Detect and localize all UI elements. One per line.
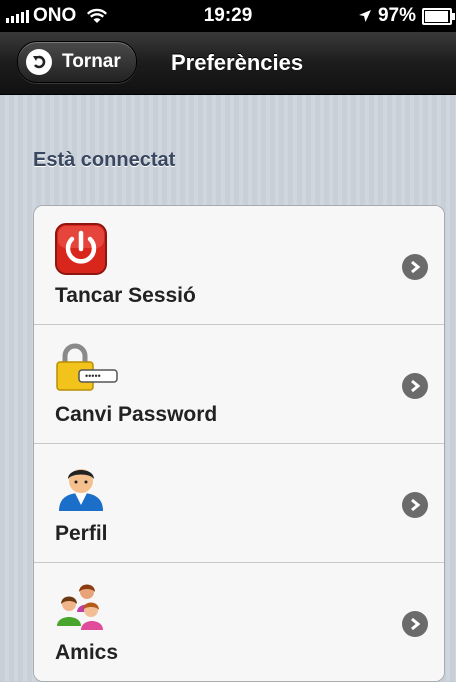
back-button-label: Tornar xyxy=(62,51,121,72)
preferences-content: Està connectat Tancar Sessió ••••• Canvi… xyxy=(0,95,456,682)
back-arrow-icon xyxy=(26,49,52,75)
chevron-right-icon xyxy=(402,611,428,637)
user-profile-icon xyxy=(55,461,107,513)
svg-text:•••••: ••••• xyxy=(85,371,101,381)
page-title: Preferències xyxy=(171,50,304,75)
change-password-row[interactable]: ••••• Canvi Password xyxy=(34,325,444,444)
chevron-right-icon xyxy=(402,492,428,518)
logout-label: Tancar Sessió xyxy=(55,284,196,307)
status-right: 97% xyxy=(358,5,455,27)
friends-label: Amics xyxy=(55,641,119,664)
section-header: Està connectat xyxy=(33,149,176,171)
location-arrow-icon xyxy=(358,10,371,22)
friends-row[interactable]: Amics xyxy=(34,563,444,681)
back-button[interactable]: Tornar xyxy=(17,41,137,83)
battery-percent: 97% xyxy=(377,5,416,26)
preferences-list: Tancar Sessió ••••• Canvi Password Perfi… xyxy=(33,205,445,682)
battery-level xyxy=(425,10,449,22)
friends-group-icon xyxy=(55,580,107,632)
navigation-bar: Tornar Preferències xyxy=(0,32,456,95)
status-bar: ONO 19:29 97% xyxy=(0,0,456,32)
profile-row[interactable]: Perfil xyxy=(34,444,444,563)
logout-row[interactable]: Tancar Sessió xyxy=(34,206,444,325)
profile-label: Perfil xyxy=(55,522,108,545)
chevron-right-icon xyxy=(402,254,428,280)
chevron-right-icon xyxy=(402,373,428,399)
change-password-label: Canvi Password xyxy=(55,403,218,426)
power-icon xyxy=(55,223,107,275)
battery-icon xyxy=(422,7,455,25)
padlock-key-icon: ••••• xyxy=(55,342,118,394)
